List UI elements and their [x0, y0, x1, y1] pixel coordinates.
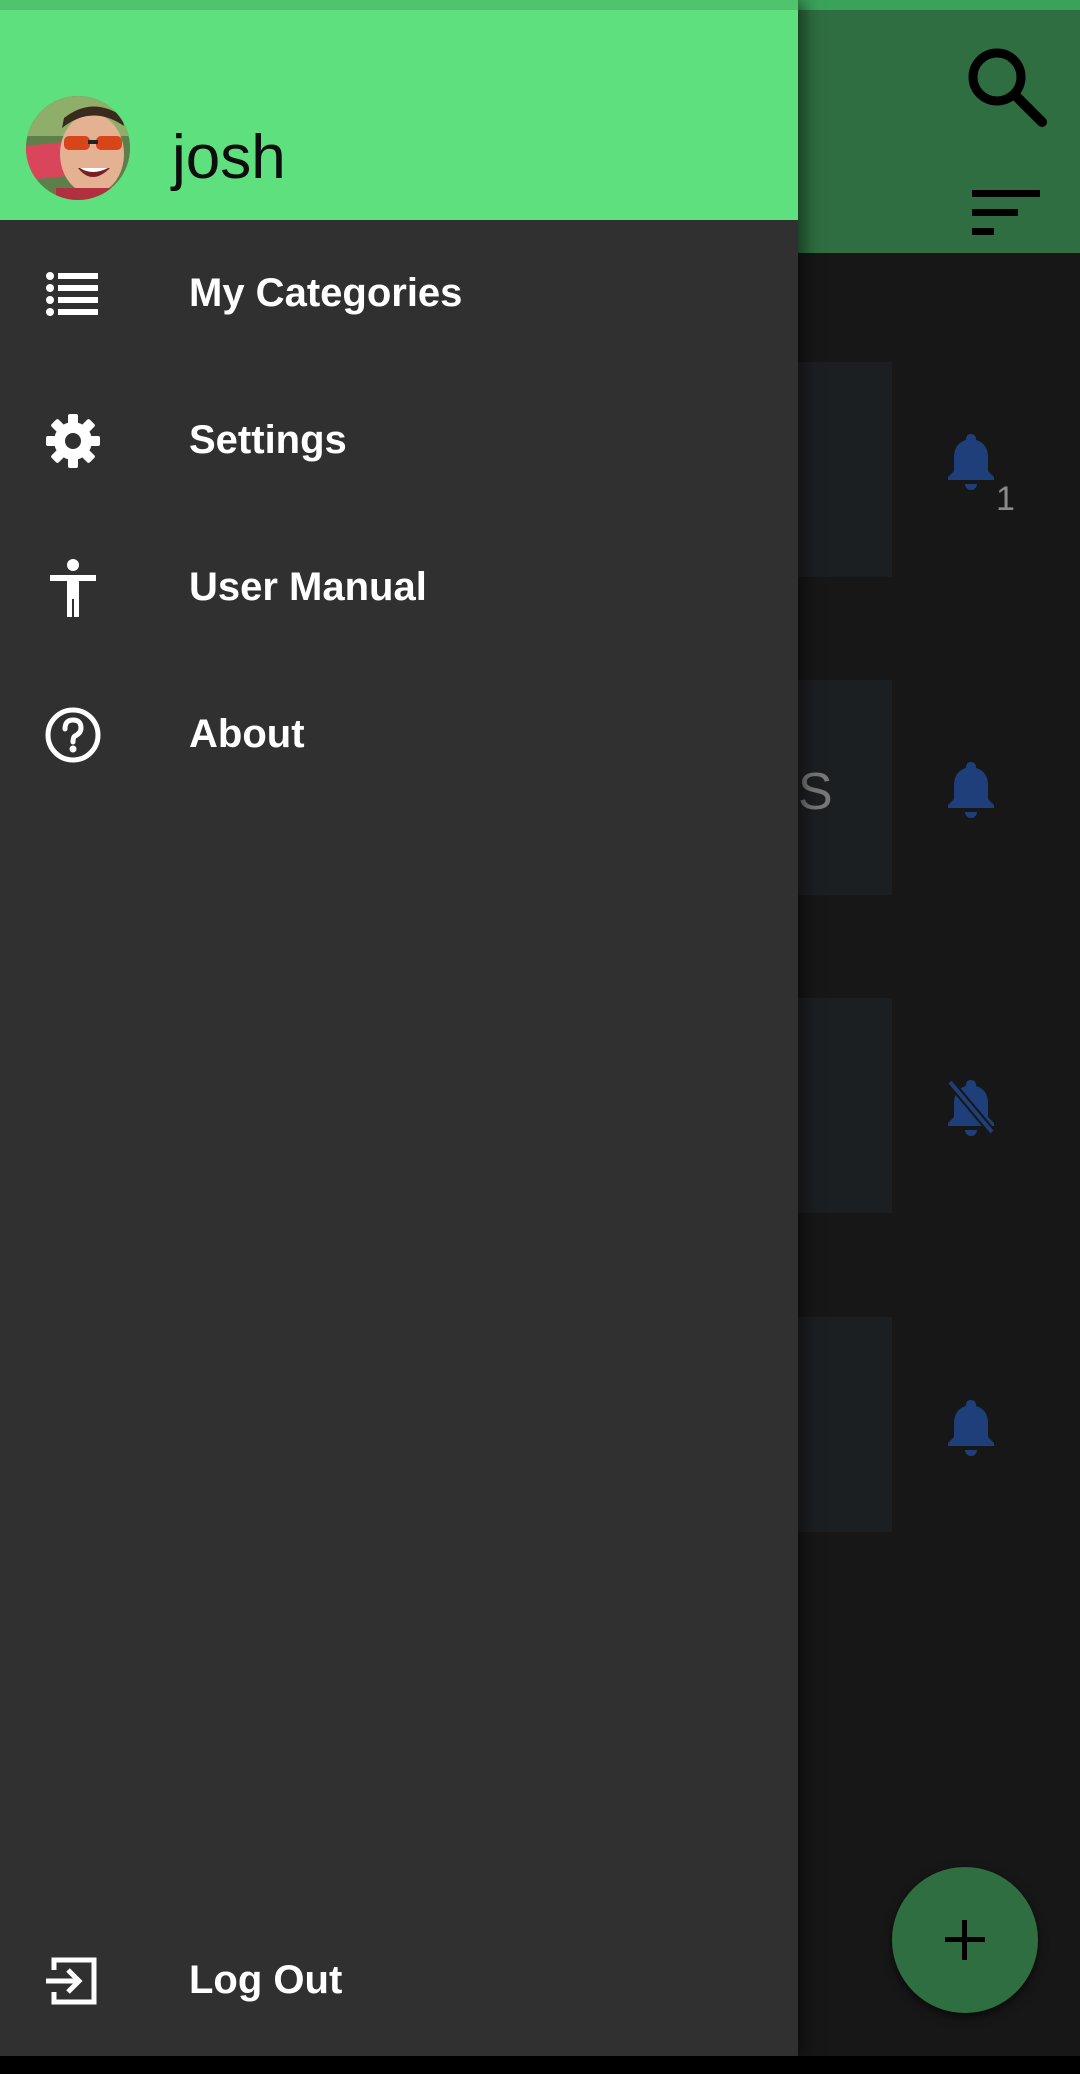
user-name: josh	[172, 123, 286, 192]
bell-icon[interactable]	[946, 430, 996, 490]
drawer-item-label: Log Out	[189, 1958, 343, 2002]
drawer-item-label: Settings	[189, 418, 347, 462]
gear-icon	[46, 414, 100, 468]
drawer-header: josh	[0, 10, 798, 220]
drawer-item-user-manual[interactable]: User Manual	[0, 514, 798, 661]
help-circle-icon	[45, 707, 101, 763]
drawer-item-label: About	[189, 712, 305, 756]
plus-icon	[945, 1920, 985, 1960]
accessibility-icon	[50, 559, 96, 617]
bell-icon[interactable]	[946, 1396, 996, 1456]
drawer-item-my-categories[interactable]: My Categories	[0, 220, 798, 367]
card-text-fragment: S	[798, 763, 833, 821]
drawer-status-bar	[0, 0, 798, 10]
drawer-item-label: My Categories	[189, 271, 463, 315]
search-icon[interactable]	[960, 40, 1050, 130]
bell-icon[interactable]	[946, 758, 996, 818]
sort-icon[interactable]	[966, 182, 1046, 242]
add-category-button[interactable]	[892, 1867, 1038, 2013]
navigation-drawer: josh My Categories Settings User Manual …	[0, 0, 798, 2056]
navigation-bar	[0, 2056, 1080, 2074]
drawer-item-label: User Manual	[189, 565, 427, 609]
drawer-item-about[interactable]: About	[0, 661, 798, 808]
drawer-item-settings[interactable]: Settings	[0, 367, 798, 514]
bell-off-icon[interactable]	[946, 1076, 996, 1136]
avatar[interactable]	[26, 96, 130, 200]
logout-icon	[46, 1957, 97, 2005]
avatar-photo	[26, 96, 130, 200]
notification-count: 1	[996, 480, 1015, 518]
drawer-item-logout[interactable]: Log Out	[0, 1907, 798, 2054]
list-icon	[46, 272, 98, 316]
